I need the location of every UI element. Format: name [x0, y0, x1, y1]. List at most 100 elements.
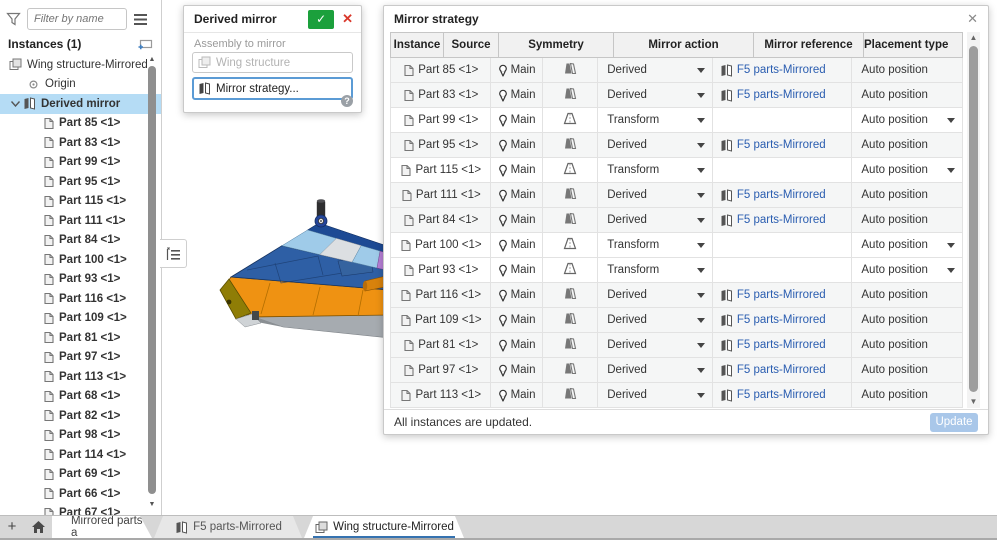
- table-row[interactable]: Part 85 <1> Main: [390, 58, 963, 83]
- table-row[interactable]: Part 113 <1> Main: [390, 383, 963, 408]
- placement-type-cell[interactable]: Auto position: [852, 83, 962, 107]
- mirror-action-dropdown[interactable]: Derived: [598, 333, 713, 357]
- sidebar-scrollbar-thumb[interactable]: [148, 66, 156, 494]
- tree-item[interactable]: Part 116 <1>: [0, 289, 161, 309]
- mirror-action-dropdown[interactable]: Transform: [598, 258, 713, 282]
- mirror-reference-link[interactable]: F5 parts-Mirrored: [737, 214, 826, 226]
- tree-item[interactable]: Part 99 <1>: [0, 153, 161, 173]
- mirror-action-dropdown[interactable]: Derived: [598, 133, 713, 157]
- scroll-down-icon[interactable]: ▼: [147, 501, 157, 509]
- mirror-action-dropdown[interactable]: Derived: [598, 183, 713, 207]
- mirror-reference-link[interactable]: F5 parts-Mirrored: [737, 389, 826, 401]
- structure-tree-toggle[interactable]: [160, 239, 187, 268]
- tree-item[interactable]: Part 84 <1>: [0, 231, 161, 251]
- table-row[interactable]: Part 109 <1> Main: [390, 308, 963, 333]
- placement-type-cell[interactable]: Auto position: [852, 258, 962, 282]
- tree-item[interactable]: Wing structure-Mirrored: [0, 55, 161, 75]
- tree-item[interactable]: Part 82 <1>: [0, 406, 161, 426]
- table-row[interactable]: Part 100 <1> Main: [390, 233, 963, 258]
- document-tab[interactable]: F5 parts-Mirrored: [154, 516, 302, 538]
- tree-item[interactable]: Part 113 <1>: [0, 367, 161, 387]
- table-row[interactable]: Part 81 <1> Main: [390, 333, 963, 358]
- tree-item[interactable]: Part 114 <1>: [0, 445, 161, 465]
- tree-item[interactable]: Part 93 <1>: [0, 270, 161, 290]
- tree-item[interactable]: Part 109 <1>: [0, 309, 161, 329]
- table-row[interactable]: Part 99 <1> Main: [390, 108, 963, 133]
- tree-item[interactable]: Part 95 <1>: [0, 172, 161, 192]
- mirror-reference-link[interactable]: F5 parts-Mirrored: [737, 339, 826, 351]
- table-row[interactable]: Part 84 <1> Main: [390, 208, 963, 233]
- mirror-action-dropdown[interactable]: Transform: [598, 158, 713, 182]
- tree-item[interactable]: Origin: [0, 75, 161, 95]
- tree-item[interactable]: Part 81 <1>: [0, 328, 161, 348]
- tree-item[interactable]: Part 85 <1>: [0, 114, 161, 134]
- mirror-reference-link[interactable]: F5 parts-Mirrored: [737, 139, 826, 151]
- mirror-action-dropdown[interactable]: Derived: [598, 83, 713, 107]
- mirror-action-dropdown[interactable]: Derived: [598, 58, 713, 82]
- scroll-up-icon[interactable]: ▲: [147, 56, 157, 64]
- sidebar-scrollbar[interactable]: ▲ ▼: [147, 56, 157, 509]
- placement-type-cell[interactable]: Auto position: [852, 183, 962, 207]
- mirror-action-dropdown[interactable]: Transform: [598, 108, 713, 132]
- mirror-reference-link[interactable]: F5 parts-Mirrored: [737, 189, 826, 201]
- mirror-reference-link[interactable]: F5 parts-Mirrored: [737, 289, 826, 301]
- table-row[interactable]: Part 97 <1> Main: [390, 358, 963, 383]
- tree-item[interactable]: Part 100 <1>: [0, 250, 161, 270]
- document-tab[interactable]: Wing structure-Mirrored: [304, 516, 464, 538]
- placement-type-cell[interactable]: Auto position: [852, 58, 962, 82]
- tree-item[interactable]: Derived mirror: [0, 94, 161, 114]
- chevron-down-icon[interactable]: [8, 101, 22, 107]
- placement-type-cell[interactable]: Auto position: [852, 133, 962, 157]
- home-button[interactable]: [24, 516, 52, 538]
- mirror-action-dropdown[interactable]: Derived: [598, 283, 713, 307]
- mirror-action-dropdown[interactable]: Derived: [598, 358, 713, 382]
- placement-type-cell[interactable]: Auto position: [852, 283, 962, 307]
- list-view-icon[interactable]: [133, 13, 148, 26]
- table-row[interactable]: Part 83 <1> Main: [390, 83, 963, 108]
- placement-type-cell[interactable]: Auto position: [852, 208, 962, 232]
- update-button[interactable]: Update: [930, 413, 978, 432]
- help-icon[interactable]: ?: [341, 95, 353, 107]
- mirror-action-dropdown[interactable]: Derived: [598, 208, 713, 232]
- scroll-down-icon[interactable]: ▼: [967, 396, 980, 408]
- table-row[interactable]: Part 115 <1> Main: [390, 158, 963, 183]
- tree-item[interactable]: Part 66 <1>: [0, 484, 161, 504]
- tree-item[interactable]: Part 69 <1>: [0, 465, 161, 485]
- tree-item[interactable]: Part 68 <1>: [0, 387, 161, 407]
- mirror-reference-link[interactable]: F5 parts-Mirrored: [737, 64, 826, 76]
- table-row[interactable]: Part 111 <1> Main: [390, 183, 963, 208]
- table-row[interactable]: Part 93 <1> Main: [390, 258, 963, 283]
- mirror-reference-link[interactable]: F5 parts-Mirrored: [737, 89, 826, 101]
- mirror-action-dropdown[interactable]: Transform: [598, 233, 713, 257]
- mirror-reference-link[interactable]: F5 parts-Mirrored: [737, 364, 826, 376]
- mirror-action-dropdown[interactable]: Derived: [598, 308, 713, 332]
- tree-item[interactable]: Part 115 <1>: [0, 192, 161, 212]
- placement-type-cell[interactable]: Auto position: [852, 108, 962, 132]
- tree-item[interactable]: Part 83 <1>: [0, 133, 161, 153]
- mirror-action-dropdown[interactable]: Derived: [598, 383, 713, 407]
- confirm-button[interactable]: ✓: [308, 10, 334, 29]
- placement-type-cell[interactable]: Auto position: [852, 233, 962, 257]
- placement-type-cell[interactable]: Auto position: [852, 383, 962, 407]
- tree-item[interactable]: Part 111 <1>: [0, 211, 161, 231]
- assembly-field[interactable]: Wing structure: [192, 52, 353, 73]
- placement-type-cell[interactable]: Auto position: [852, 158, 962, 182]
- cancel-button[interactable]: ✕: [334, 11, 355, 27]
- mirror-reference-link[interactable]: F5 parts-Mirrored: [737, 314, 826, 326]
- placement-type-cell[interactable]: Auto position: [852, 358, 962, 382]
- filter-input[interactable]: [27, 8, 127, 30]
- table-row[interactable]: Part 116 <1> Main: [390, 283, 963, 308]
- scroll-up-icon[interactable]: ▲: [967, 32, 980, 44]
- insert-icon[interactable]: [137, 37, 153, 51]
- close-icon[interactable]: ✕: [967, 11, 978, 27]
- tree-item[interactable]: Part 97 <1>: [0, 348, 161, 368]
- add-tab-button[interactable]: +: [0, 516, 24, 538]
- table-scrollbar-thumb[interactable]: [969, 46, 978, 392]
- mirror-strategy-button[interactable]: Mirror strategy...: [192, 77, 353, 100]
- document-tab[interactable]: Mirrored parts a: [52, 516, 152, 538]
- placement-type-cell[interactable]: Auto position: [852, 308, 962, 332]
- table-row[interactable]: Part 95 <1> Main: [390, 133, 963, 158]
- tree-item[interactable]: Part 98 <1>: [0, 426, 161, 446]
- placement-type-cell[interactable]: Auto position: [852, 333, 962, 357]
- table-scrollbar[interactable]: ▲ ▼: [967, 32, 980, 408]
